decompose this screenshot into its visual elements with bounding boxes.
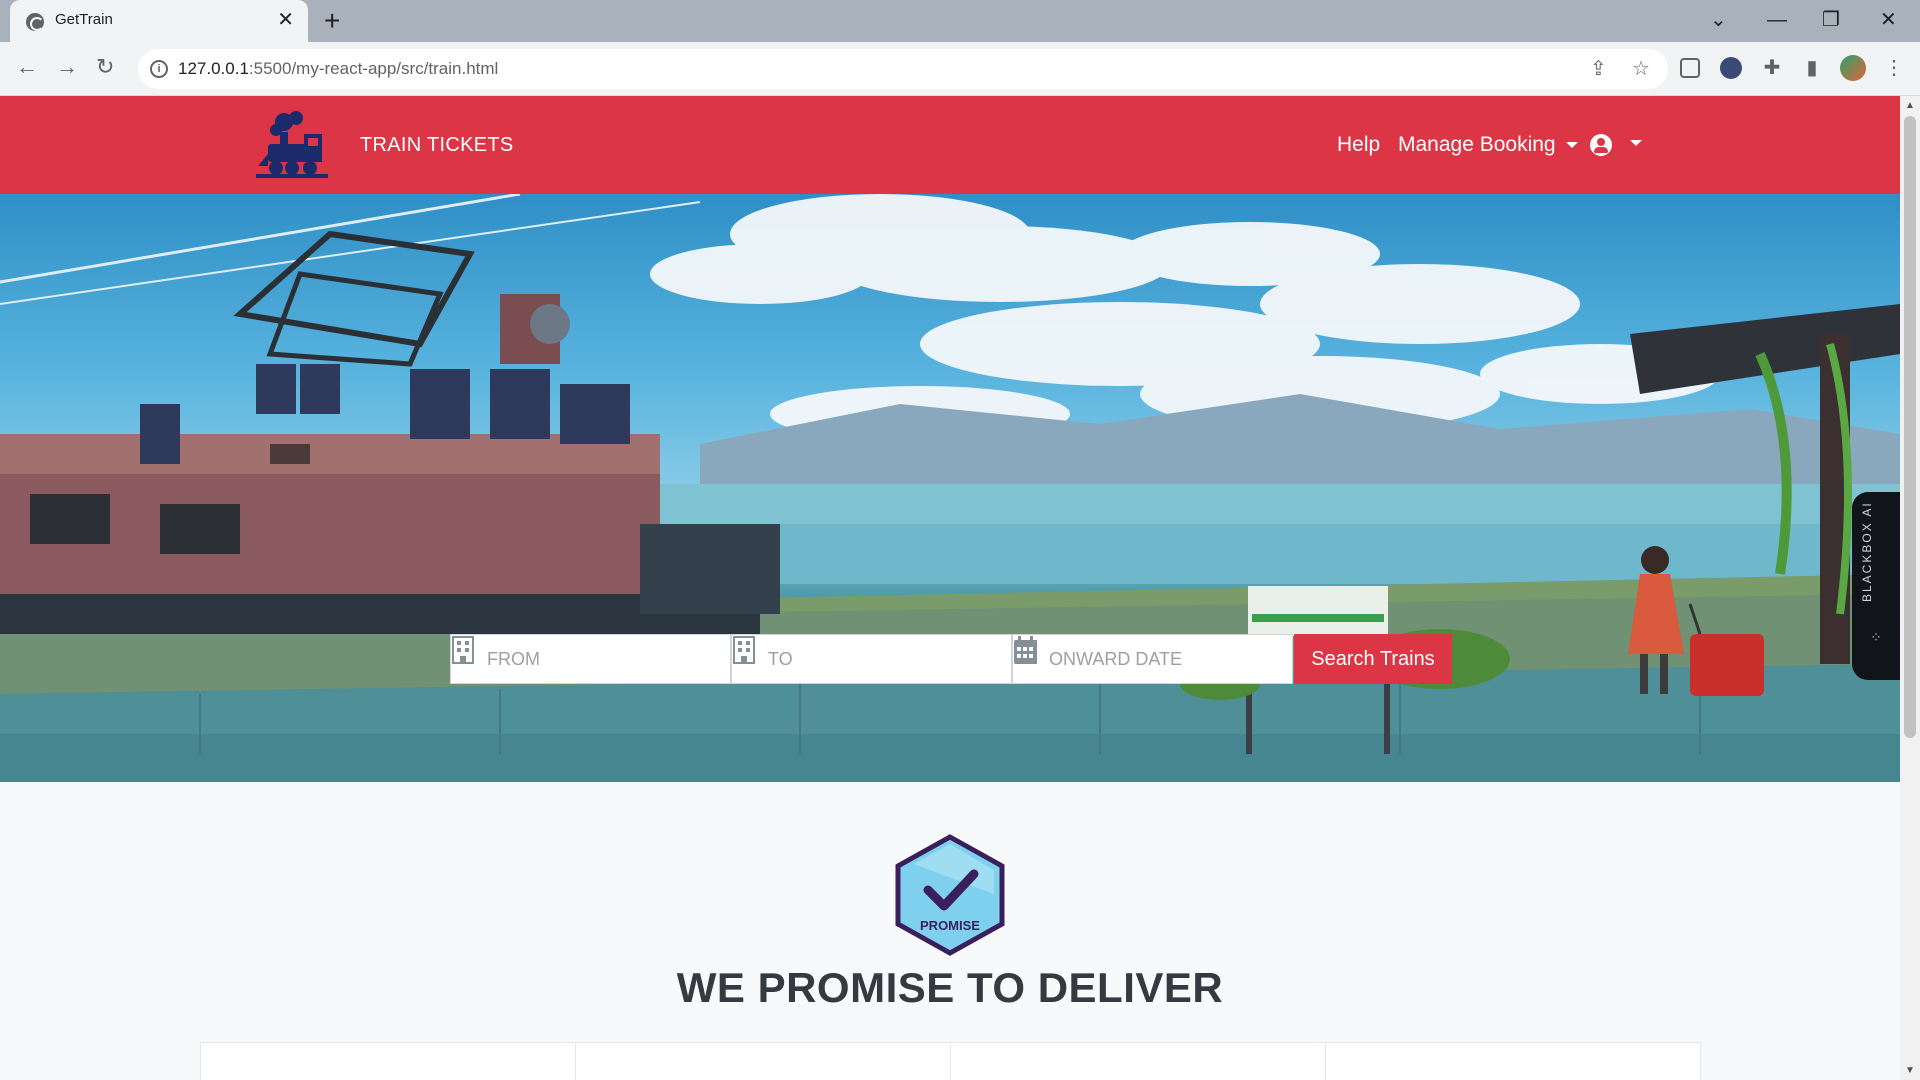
chevron-down-icon: [1565, 142, 1578, 149]
blackbox-ai-widget[interactable]: BLACKBOX AI ⁘: [1852, 492, 1900, 680]
browser-tabstrip: GetTrain ✕ + ⌄ — ❐ ✕: [0, 0, 1920, 42]
back-button[interactable]: ←: [16, 54, 38, 80]
address-bar[interactable]: i 127.0.0.1:5500/my-react-app/src/train.…: [138, 49, 1668, 89]
promise-cards: [200, 1042, 1701, 1080]
browser-toolbar: ← → ↻ i 127.0.0.1:5500/my-react-app/src/…: [0, 42, 1920, 96]
help-link[interactable]: Help: [1337, 133, 1380, 157]
site-info-icon[interactable]: i: [150, 60, 168, 78]
tab-title: GetTrain: [55, 11, 113, 28]
site-navbar: TRAIN TICKETS Help Manage Booking: [0, 96, 1900, 194]
onward-date-input[interactable]: [1049, 635, 1287, 683]
promise-badge-icon: PROMISE: [895, 834, 1005, 956]
promise-card: [200, 1042, 576, 1080]
globe-icon: [26, 13, 44, 31]
to-field[interactable]: [731, 634, 1012, 684]
new-tab-button[interactable]: +: [324, 6, 340, 36]
manage-booking-label: Manage Booking: [1398, 133, 1556, 156]
search-trains-button[interactable]: Search Trains: [1294, 634, 1452, 684]
url-host: 127.0.0.1: [178, 59, 249, 78]
chrome-menu-icon[interactable]: ⋮: [1882, 56, 1906, 80]
restore-button[interactable]: ❐: [1822, 6, 1840, 34]
hero-banner: Search Trains: [0, 194, 1900, 782]
promise-badge-text: PROMISE: [920, 918, 980, 933]
promise-card: [950, 1042, 1326, 1080]
promise-card: [575, 1042, 951, 1080]
window-close-button[interactable]: ✕: [1880, 6, 1897, 34]
train-search-form: Search Trains: [450, 634, 1452, 684]
url-text[interactable]: 127.0.0.1:5500/my-react-app/src/train.ht…: [178, 59, 498, 79]
promise-card: [1325, 1042, 1701, 1080]
user-account-icon[interactable]: [1590, 134, 1612, 156]
blackbox-ai-label: BLACKBOX AI: [1860, 501, 1874, 602]
extension-tab-icon[interactable]: [1680, 58, 1700, 78]
manage-booking-dropdown[interactable]: Manage Booking: [1398, 133, 1578, 157]
tab-search-icon[interactable]: ⌄: [1710, 6, 1727, 34]
browser-tab[interactable]: GetTrain ✕: [10, 0, 308, 42]
url-path: :5500/my-react-app/src/train.html: [248, 59, 499, 78]
profile-avatar[interactable]: [1840, 55, 1866, 81]
building-icon: [733, 636, 755, 664]
share-icon[interactable]: ⇪: [1590, 57, 1607, 81]
side-panel-icon[interactable]: ▮: [1800, 56, 1824, 80]
page-viewport: TRAIN TICKETS Help Manage Booking FROM T…: [0, 96, 1900, 1080]
from-input[interactable]: [487, 635, 725, 683]
promise-heading: WE PROMISE TO DELIVER: [676, 964, 1224, 1011]
calendar-icon: [1014, 636, 1037, 664]
scroll-up-arrow-icon[interactable]: ▲: [1905, 100, 1915, 111]
from-field[interactable]: [450, 634, 731, 684]
forward-button[interactable]: →: [56, 54, 78, 80]
page-scrollbar[interactable]: ▲ ▼: [1900, 96, 1920, 1080]
bookmark-star-icon[interactable]: ☆: [1632, 57, 1650, 81]
train-logo-icon[interactable]: [254, 110, 332, 180]
brand-title[interactable]: TRAIN TICKETS: [360, 134, 514, 157]
minimize-button[interactable]: —: [1767, 6, 1787, 34]
to-input[interactable]: [768, 635, 1006, 683]
onward-date-field[interactable]: [1012, 634, 1293, 684]
scrollbar-thumb[interactable]: [1904, 116, 1916, 738]
reload-button[interactable]: ↻: [96, 54, 114, 80]
extensions-puzzle-icon[interactable]: ✚: [1760, 56, 1784, 80]
scroll-down-arrow-icon[interactable]: ▼: [1905, 1065, 1915, 1076]
blackbox-logo-icon: ⁘: [1870, 629, 1882, 645]
hero-illustration: [0, 194, 1900, 782]
extension-circle-icon[interactable]: [1720, 57, 1742, 79]
close-tab-icon[interactable]: ✕: [277, 9, 294, 31]
building-icon: [452, 636, 474, 664]
user-menu-chevron-icon[interactable]: [1630, 140, 1642, 146]
